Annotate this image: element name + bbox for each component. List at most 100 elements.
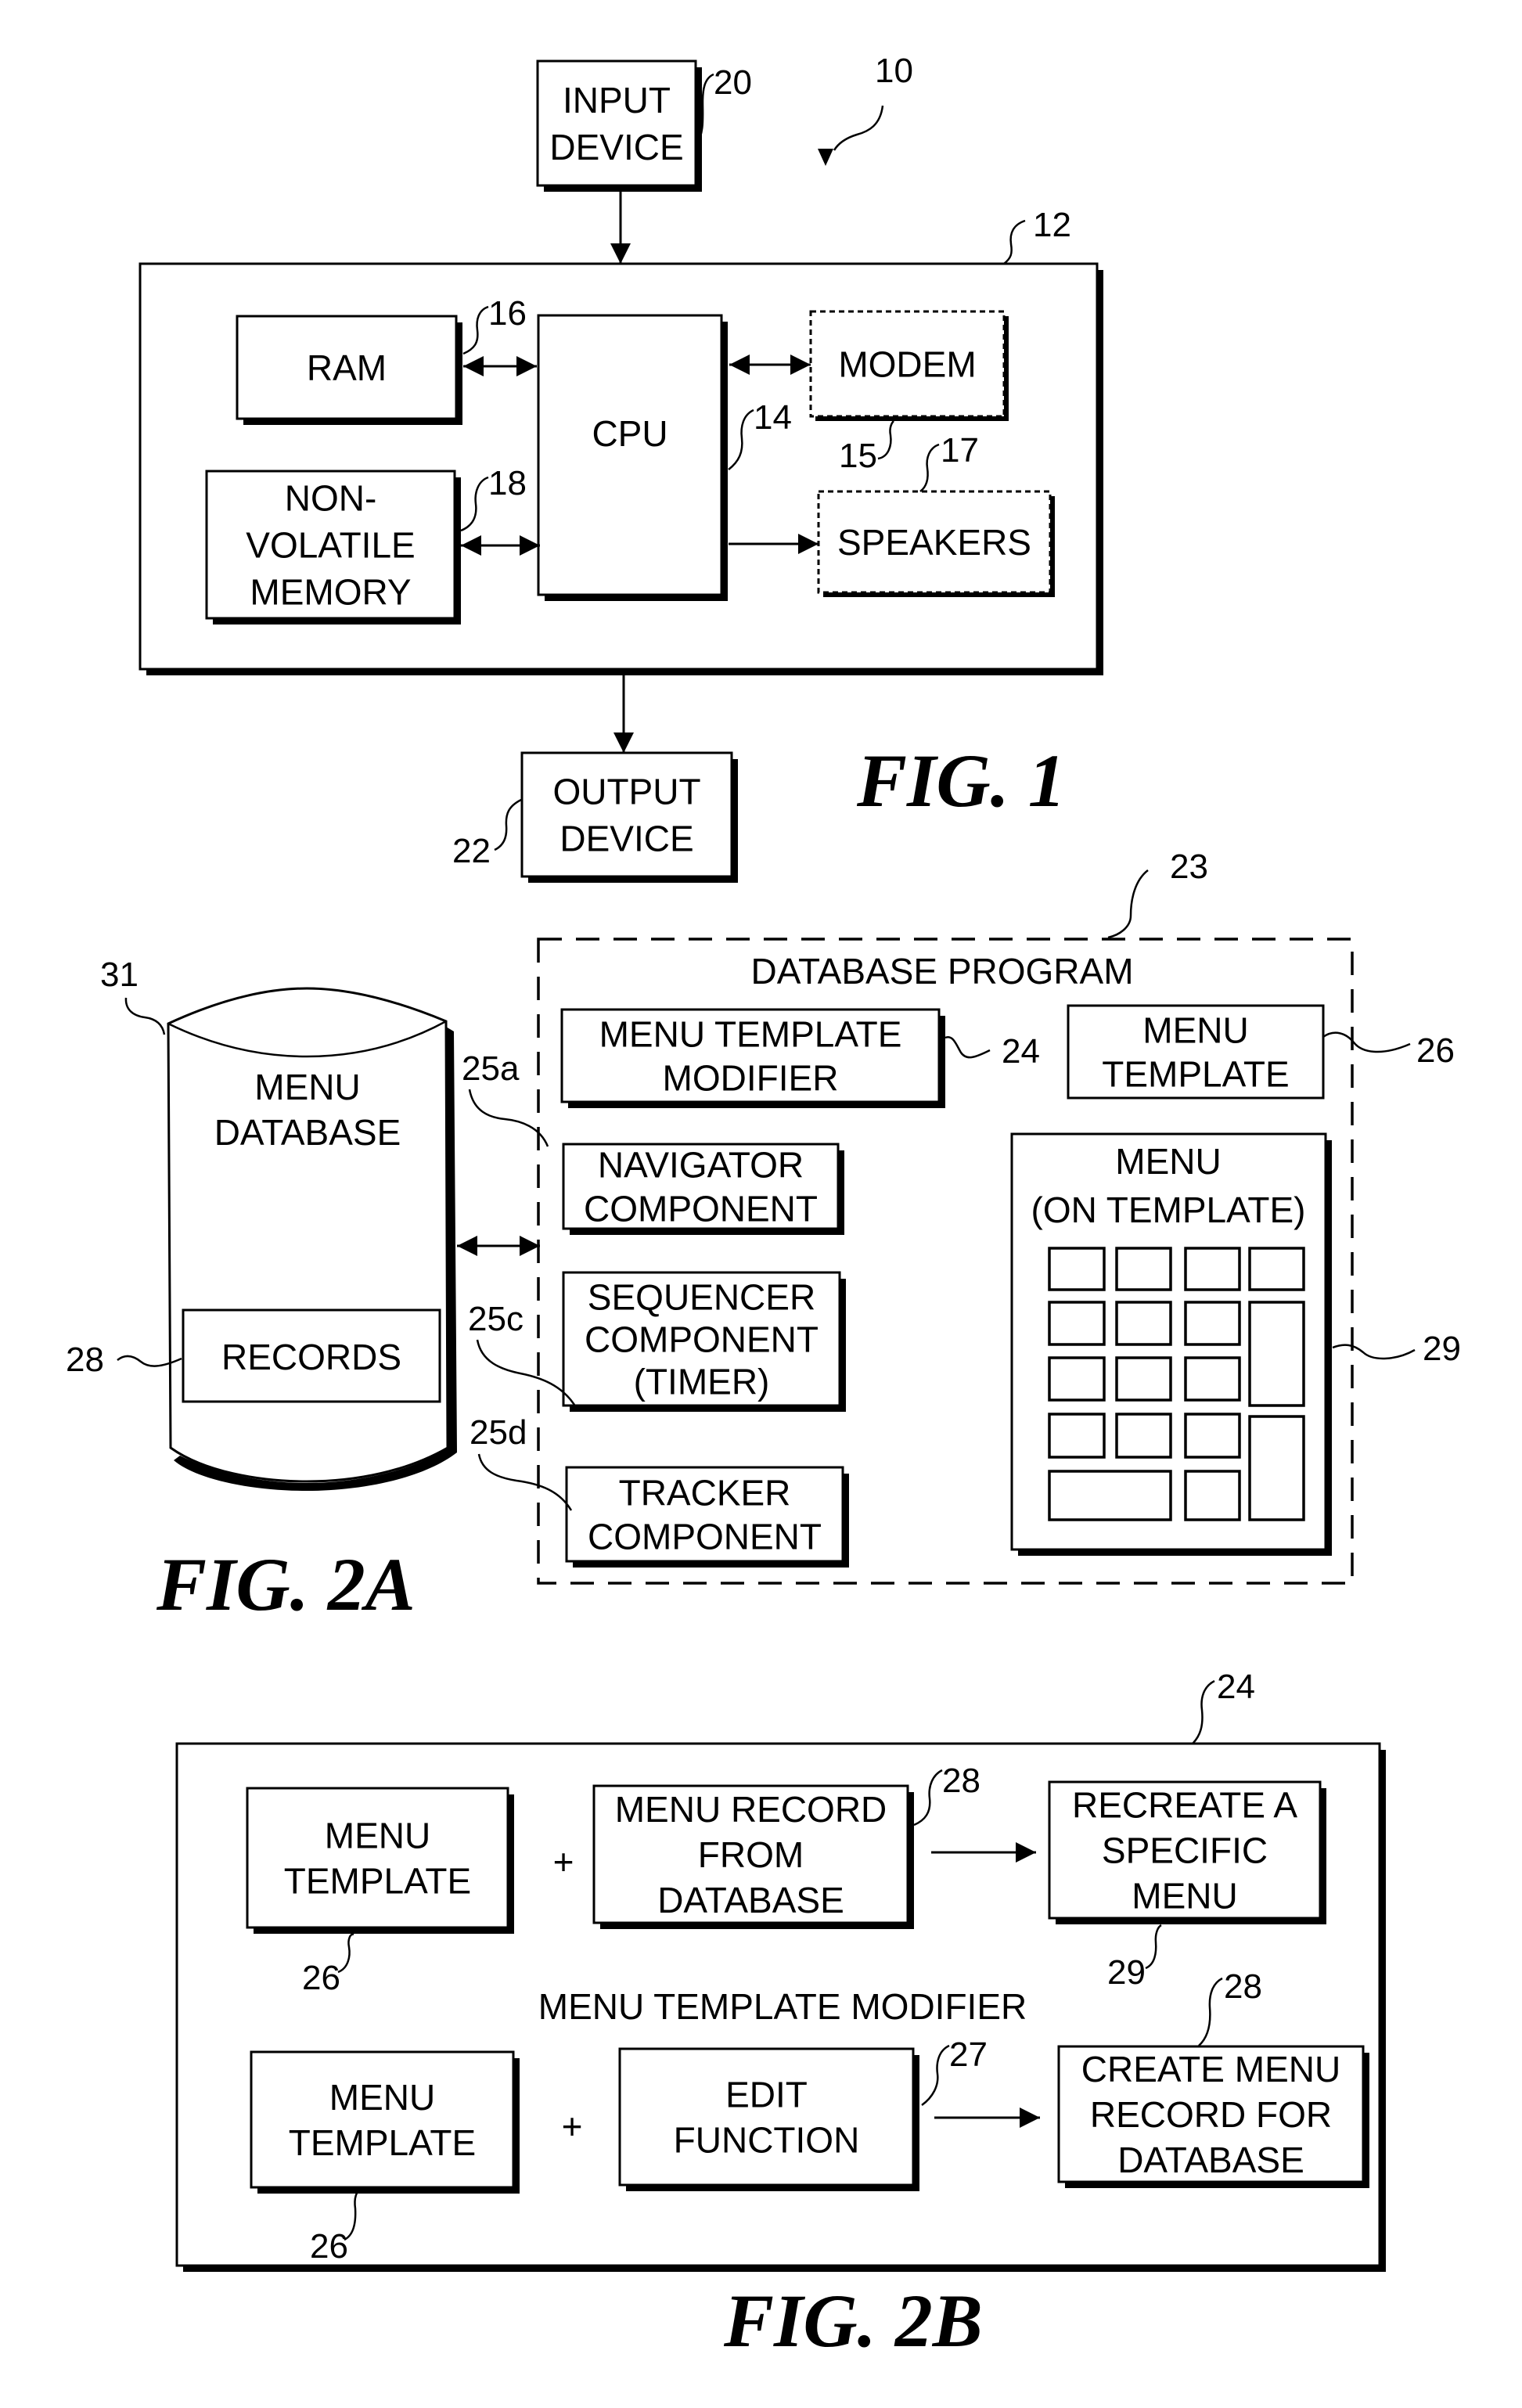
- menu-on-template-label-line: (ON TEMPLATE): [1031, 1190, 1306, 1230]
- sequencer-component-box-label-line: (TIMER): [634, 1362, 770, 1402]
- menu-record-from-database-box-label-line: DATABASE: [657, 1880, 844, 1920]
- recreate-specific-menu-box: RECREATE ASPECIFIC MENU: [1048, 1780, 1326, 1924]
- menu-grid-cell: [1184, 1301, 1241, 1346]
- recreate-specific-menu-box-label-line: RECREATE A: [1072, 1785, 1297, 1826]
- row2-plus-operator: +: [562, 2106, 583, 2147]
- records-box: RECORDS: [182, 1308, 441, 1403]
- ref-25a-label: 25a: [462, 1049, 520, 1088]
- ref-26-label: 26: [1416, 1031, 1455, 1070]
- create-menu-record-box: CREATE MENU RECORD FOR DATABASE: [1057, 2045, 1369, 2188]
- modem-box-label-line: MODEM: [838, 344, 976, 385]
- database-program-arrow-head-right: [520, 1236, 540, 1256]
- menu-database-label-line: MENU: [254, 1067, 360, 1107]
- ref-10-label: 10: [875, 52, 913, 90]
- computer-to-output-arrow: [613, 675, 634, 753]
- cpu-box: CPU: [537, 314, 728, 601]
- speakers-box: SPEAKERS: [817, 490, 1055, 597]
- records-box-label-line: RECORDS: [221, 1337, 401, 1377]
- row1-plus-operator: +: [553, 1841, 574, 1882]
- ref-25c-leader: [476, 1339, 578, 1409]
- menu-grid-cell: [1048, 1247, 1106, 1291]
- menu-template-box-label-line: MENU: [1142, 1010, 1248, 1051]
- menu-grid-cell: [1048, 1413, 1106, 1459]
- ref-25d-label: 25d: [470, 1413, 527, 1452]
- row2-menu-template-box-label-line: MENU: [329, 2077, 435, 2118]
- menu-grid-cell: [1115, 1301, 1172, 1346]
- ref-10-leader: [833, 105, 884, 151]
- create-menu-record-box-label-line: DATABASE: [1117, 2140, 1304, 2180]
- ref-24-frame-leader: [1192, 1679, 1215, 1744]
- ref-12-label: 12: [1033, 206, 1071, 244]
- ref-25c-label: 25c: [468, 1300, 524, 1338]
- menu-grid-cell: [1184, 1413, 1241, 1459]
- database-program-arrow-head-left: [457, 1236, 477, 1256]
- menu-grid-cell: [1048, 1356, 1106, 1402]
- navigator-component-box: NAVIGATORCOMPONENT: [562, 1143, 844, 1235]
- ref-22-leader: [494, 798, 522, 851]
- ref-29-label: 29: [1423, 1330, 1461, 1368]
- create-menu-record-box-label-line: RECORD FOR: [1090, 2094, 1332, 2135]
- row2-menu-template-box: MENUTEMPLATE: [250, 2050, 520, 2194]
- nvm-box-label-line: NON-: [285, 478, 377, 519]
- computer-to-output-arrow-head: [613, 732, 634, 753]
- nvm-box-label-line: MEMORY: [250, 572, 411, 613]
- menu-record-from-database-box-label-line: FROM: [698, 1834, 804, 1875]
- row1-menu-template-box: MENU TEMPLATE: [246, 1787, 514, 1934]
- menu-on-template-box: MENU (ON TEMPLATE): [1010, 1132, 1332, 1556]
- menu-grid-cell: [1248, 1247, 1305, 1291]
- database-program-arrow: [457, 1236, 540, 1256]
- menu-grid-cell: [1048, 1301, 1106, 1346]
- menu-database-body: [167, 987, 449, 1483]
- ram-box-label-line: RAM: [307, 347, 387, 388]
- ref-12-leader: [1003, 219, 1026, 265]
- patent-drawing-sheet: 10 INPUT DEVICE 20 12 RAM 16 CPU 14 MODEM 15 SPEAKE…: [66, 52, 1461, 2363]
- modem-box: MODEM: [809, 310, 1009, 421]
- menu-template-modifier-box: MENU TEMPLATEMODIFIER: [560, 1008, 945, 1108]
- menu-record-from-database-box-label-line: MENU RECORD: [615, 1789, 887, 1830]
- navigator-component-box-label-line: NAVIGATOR: [598, 1145, 804, 1186]
- row2-menu-template-box-label-line: TEMPLATE: [289, 2122, 476, 2163]
- menu-grid-cell-wide: [1048, 1470, 1172, 1521]
- tracker-component-box: TRACKERCOMPONENT: [565, 1466, 849, 1568]
- figure-1-system-block-diagram: 10 INPUT DEVICE 20 12 RAM 16 CPU 14 MODEM 15 SPEAKE…: [139, 52, 1103, 883]
- menu-template-modifier-box-label-line: MODIFIER: [663, 1058, 839, 1099]
- ref-29-leader: [1332, 1344, 1416, 1360]
- ref-26-row1-label: 26: [302, 1959, 340, 1997]
- input-device-box-label-line: DEVICE: [549, 127, 683, 167]
- ref-23-leader: [1107, 869, 1149, 939]
- speakers-box-label-line: SPEAKERS: [837, 522, 1031, 563]
- output-device-box-label-line: DEVICE: [560, 818, 693, 858]
- navigator-component-box-label-line: COMPONENT: [584, 1189, 818, 1229]
- row2-menu-template-box-frame: [250, 2050, 515, 2189]
- ref-24-leader: [945, 1036, 991, 1059]
- input-to-computer-arrow-head: [610, 243, 631, 264]
- ref-23-label: 23: [1170, 848, 1208, 886]
- ram-box: RAM: [236, 315, 462, 425]
- sequencer-component-box: SEQUENCERCOMPONENT(TIMER): [562, 1271, 846, 1412]
- row1-menu-template-box-label-line: TEMPLATE: [284, 1861, 471, 1902]
- tracker-component-box-label-line: COMPONENT: [588, 1517, 822, 1557]
- ref-14-label: 14: [754, 398, 792, 437]
- input-device-box-label-line: INPUT: [563, 80, 671, 121]
- menu-grid-cell-tall: [1248, 1415, 1305, 1521]
- ref-25a-leader: [468, 1089, 549, 1147]
- figure-1-caption: FIG. 1: [856, 739, 1066, 822]
- menu-record-from-database-box: MENU RECORDFROM DATABASE: [592, 1784, 914, 1929]
- menu-template-box: MENUTEMPLATE: [1067, 1004, 1325, 1100]
- ref-16-label: 16: [488, 294, 527, 333]
- figure-2b-caption: FIG. 2B: [723, 2279, 983, 2363]
- menu-grid-cell: [1184, 1356, 1241, 1402]
- nvm-box: NON- VOLATILE MEMORY: [205, 470, 461, 624]
- menu-grid-cell-selected: [1115, 1356, 1172, 1402]
- ref-27-label: 27: [949, 2035, 988, 2074]
- sequencer-component-box-label-line: SEQUENCER: [588, 1277, 815, 1318]
- ref-31-leader: [124, 997, 166, 1035]
- ref-28-row1-label: 28: [942, 1762, 980, 1800]
- ref-31-label: 31: [100, 956, 139, 994]
- database-program-title: DATABASE PROGRAM: [750, 951, 1133, 992]
- menu-template-modifier-box-label-line: MENU TEMPLATE: [599, 1014, 902, 1055]
- sequencer-component-box-label-line: COMPONENT: [585, 1319, 819, 1360]
- row1-menu-template-box-frame: [246, 1787, 509, 1929]
- ref-26-row2-label: 26: [310, 2227, 348, 2266]
- edit-function-box: EDIT FUNCTION: [618, 2047, 919, 2191]
